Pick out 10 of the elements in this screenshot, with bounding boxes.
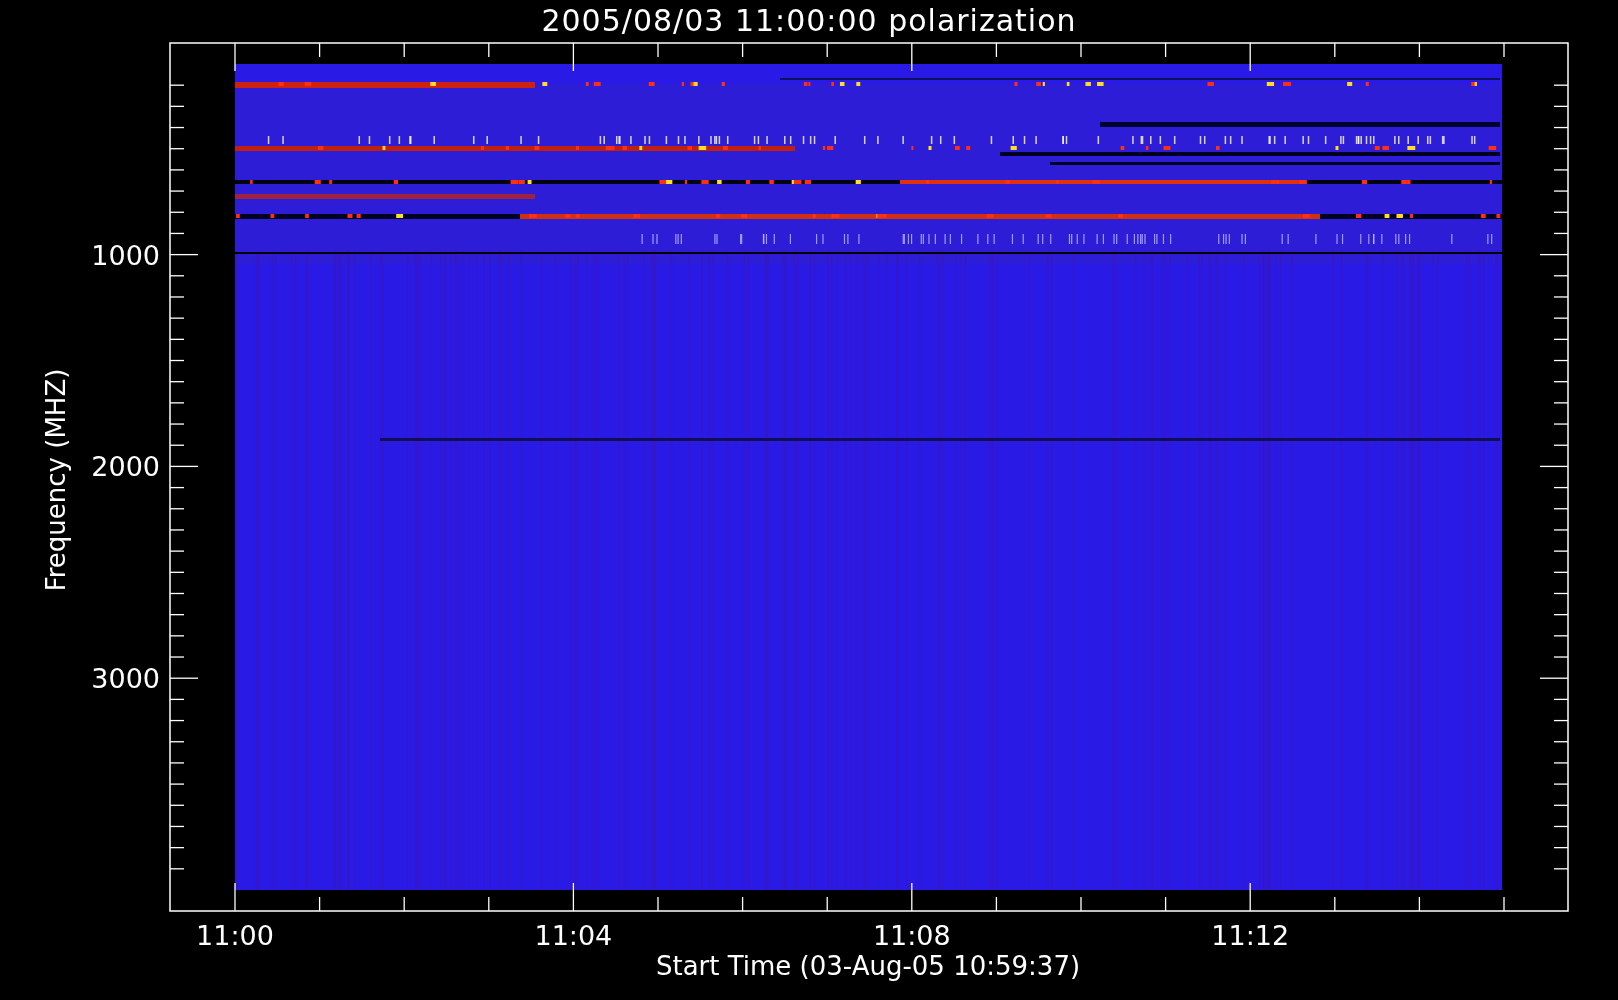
y-tick-label: 2000 [91, 451, 160, 483]
y-tick-label: 3000 [91, 663, 160, 695]
y-tick-label: 1000 [91, 239, 160, 271]
x-tick-label: 11:04 [534, 920, 613, 951]
y-axis-label: Frequency (MHZ) [41, 368, 71, 592]
x-tick-label: 11:00 [196, 920, 274, 951]
x-tick-label: 11:12 [1211, 920, 1290, 951]
x-axis-label: Start Time (03-Aug-05 10:59:37) [655, 951, 1081, 981]
x-tick-label: 11:08 [872, 920, 951, 951]
chart-title: 2005/08/03 11:00:00 polarization [540, 1, 1078, 40]
